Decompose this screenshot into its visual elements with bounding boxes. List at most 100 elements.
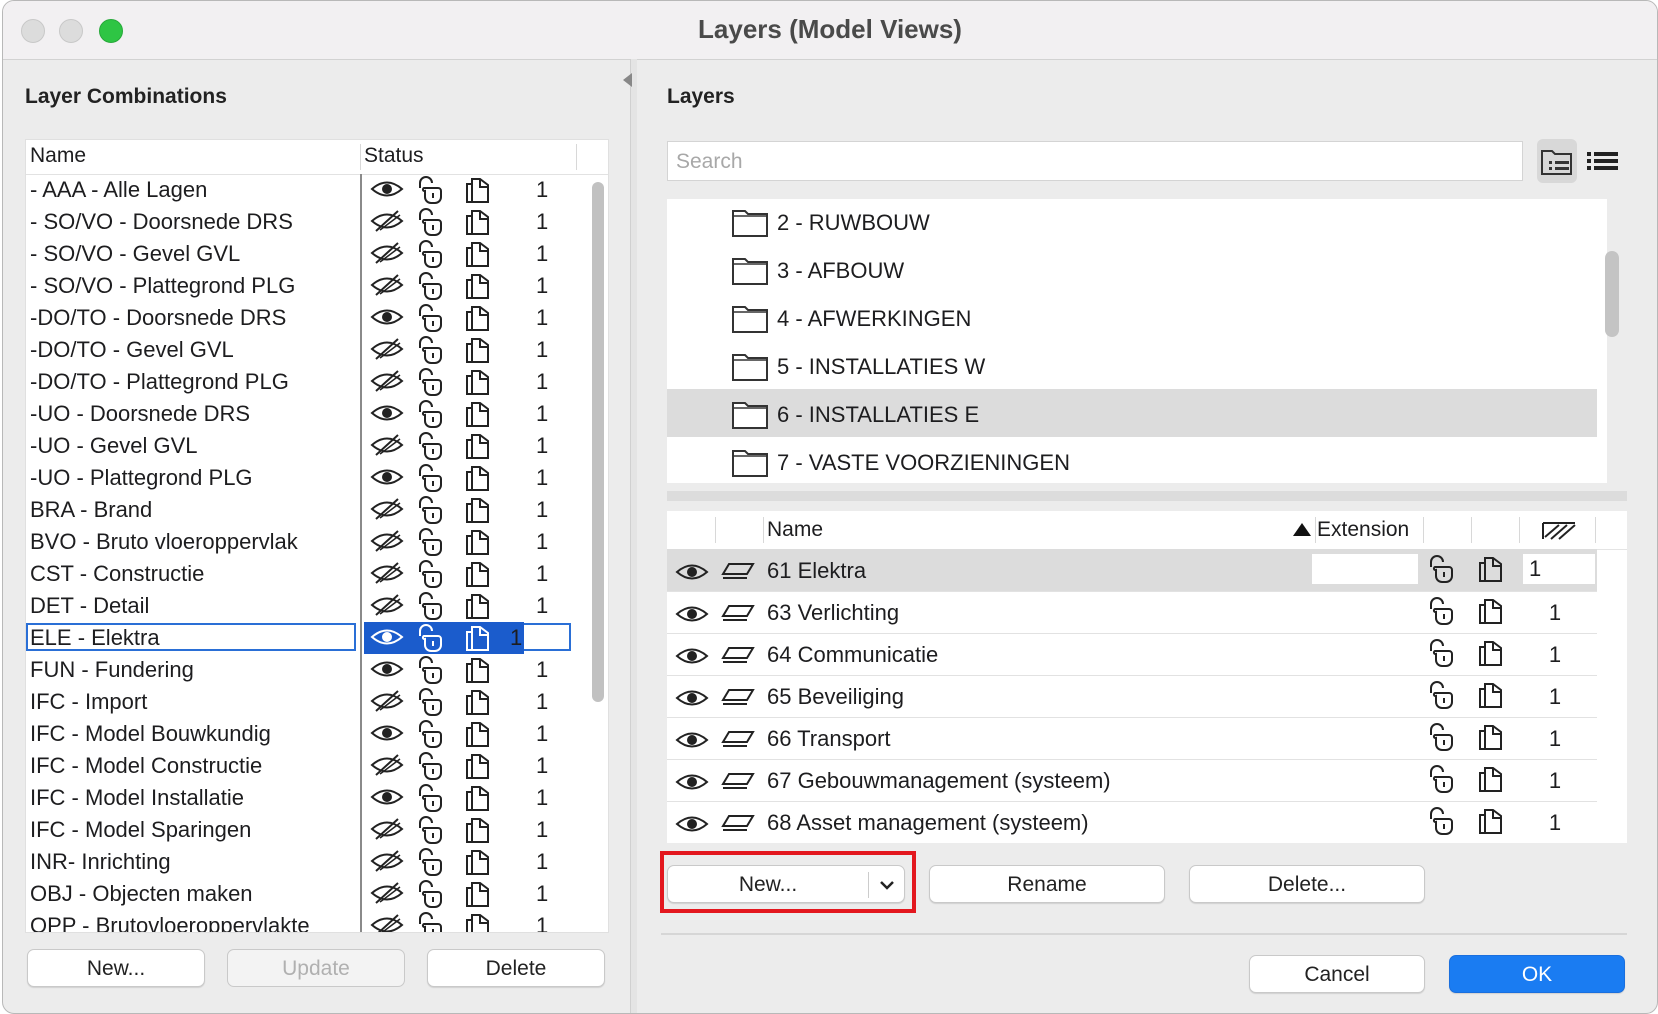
eye-icon[interactable]: [370, 304, 404, 330]
layer-combination-row[interactable]: BVO - Bruto vloeroppervlak 1: [26, 526, 586, 558]
layer-row[interactable]: 64 Communicatie 1: [667, 633, 1597, 676]
panel-divider[interactable]: [630, 59, 637, 1013]
pen-set-icon[interactable]: [464, 496, 494, 524]
layer-combination-row[interactable]: IFC - Model Constructie 1: [26, 750, 586, 782]
eye-icon[interactable]: [370, 656, 404, 682]
lock-icon[interactable]: [416, 720, 446, 748]
layer-row[interactable]: 65 Beveiliging 1: [667, 675, 1597, 718]
pen-set-icon[interactable]: [464, 336, 494, 364]
pen-set-icon[interactable]: [464, 304, 494, 332]
layer-combination-row[interactable]: CST - Constructie 1: [26, 558, 586, 590]
cancel-button[interactable]: Cancel: [1249, 955, 1425, 993]
layer-combination-row[interactable]: OBJ - Objecten maken 1: [26, 878, 586, 910]
pen-set-icon[interactable]: [464, 240, 494, 268]
lock-icon[interactable]: [416, 368, 446, 396]
pen-set-icon[interactable]: [464, 848, 494, 876]
ok-button[interactable]: OK: [1449, 955, 1625, 993]
eye-icon[interactable]: [370, 176, 404, 202]
lock-icon[interactable]: [416, 912, 446, 932]
lock-icon[interactable]: [1427, 723, 1457, 757]
pen-set-icon[interactable]: [464, 400, 494, 428]
lock-icon[interactable]: [416, 432, 446, 460]
layer-combination-row[interactable]: FUN - Fundering 1: [26, 654, 586, 686]
lock-icon[interactable]: [416, 528, 446, 556]
lock-icon[interactable]: [1427, 555, 1457, 589]
lock-icon[interactable]: [416, 400, 446, 428]
eye-icon[interactable]: [675, 601, 709, 633]
lock-icon[interactable]: [416, 752, 446, 780]
eye-hidden-icon[interactable]: [370, 240, 404, 266]
eye-icon[interactable]: [675, 559, 709, 591]
layer-combination-row[interactable]: -DO/TO - Plattegrond PLG 1: [26, 366, 586, 398]
eye-icon[interactable]: [675, 643, 709, 675]
pen-set-icon[interactable]: [464, 784, 494, 812]
layer-combination-row[interactable]: -DO/TO - Gevel GVL 1: [26, 334, 586, 366]
update-combination-button[interactable]: Update: [227, 949, 405, 987]
list-scrollbar[interactable]: [592, 182, 604, 702]
panel-splitter[interactable]: [667, 491, 1627, 501]
folder-item[interactable]: 7 - VASTE VOORZIENINGEN: [667, 437, 1597, 483]
pen-set-icon[interactable]: [464, 208, 494, 236]
pen-set-icon[interactable]: [464, 560, 494, 588]
lock-icon[interactable]: [416, 304, 446, 332]
lock-icon[interactable]: [416, 496, 446, 524]
rename-layer-button[interactable]: Rename: [929, 865, 1165, 903]
lock-icon[interactable]: [416, 592, 446, 620]
lock-icon[interactable]: [416, 880, 446, 908]
eye-hidden-icon[interactable]: [370, 208, 404, 234]
eye-icon[interactable]: [370, 624, 404, 650]
column-name[interactable]: Name: [767, 518, 823, 542]
search-input[interactable]: Search: [667, 141, 1523, 181]
pen-set-icon[interactable]: [1477, 807, 1507, 841]
eye-hidden-icon[interactable]: [370, 272, 404, 298]
delete-combination-button[interactable]: Delete: [427, 949, 605, 987]
lock-icon[interactable]: [416, 272, 446, 300]
eye-hidden-icon[interactable]: [370, 688, 404, 714]
folder-item[interactable]: 3 - AFBOUW: [667, 245, 1597, 293]
eye-icon[interactable]: [675, 769, 709, 801]
lock-icon[interactable]: [416, 688, 446, 716]
layer-combination-row[interactable]: IFC - Model Installatie 1: [26, 782, 586, 814]
eye-hidden-icon[interactable]: [370, 528, 404, 554]
layer-combination-row[interactable]: - SO/VO - Doorsnede DRS 1: [26, 206, 586, 238]
folder-item[interactable]: 2 - RUWBOUW: [667, 199, 1597, 245]
column-status[interactable]: Status: [364, 144, 424, 168]
pen-set-icon[interactable]: [1477, 597, 1507, 631]
layer-combination-row[interactable]: - SO/VO - Plattegrond PLG 1: [26, 270, 586, 302]
pen-set-icon[interactable]: [1477, 765, 1507, 799]
delete-layer-button[interactable]: Delete...: [1189, 865, 1425, 903]
pen-set-icon[interactable]: [464, 752, 494, 780]
pen-set-icon[interactable]: [1477, 723, 1507, 757]
pen-set-icon[interactable]: [464, 880, 494, 908]
pen-set-icon[interactable]: [464, 688, 494, 716]
pen-set-icon[interactable]: [464, 624, 494, 652]
eye-hidden-icon[interactable]: [370, 912, 404, 932]
layer-combination-row[interactable]: - AAA - Alle Lagen 1: [26, 174, 586, 206]
eye-hidden-icon[interactable]: [370, 848, 404, 874]
eye-hidden-icon[interactable]: [370, 880, 404, 906]
layer-combination-row[interactable]: OPP - Brutovloeroppervlakte 1: [26, 910, 586, 932]
new-combination-button[interactable]: New...: [27, 949, 205, 987]
layer-row[interactable]: 61 Elektra 1: [667, 549, 1597, 592]
list-view-button[interactable]: [1583, 139, 1623, 183]
layer-combination-row[interactable]: ELE - Elektra 1: [26, 622, 586, 654]
eye-icon[interactable]: [370, 784, 404, 810]
layer-combination-row[interactable]: -UO - Plattegrond PLG 1: [26, 462, 586, 494]
layer-combination-row[interactable]: - SO/VO - Gevel GVL 1: [26, 238, 586, 270]
lock-icon[interactable]: [416, 656, 446, 684]
column-extension[interactable]: Extension: [1317, 518, 1409, 542]
lock-icon[interactable]: [1427, 807, 1457, 841]
layer-row[interactable]: 66 Transport 1: [667, 717, 1597, 760]
layer-combination-row[interactable]: -UO - Gevel GVL 1: [26, 430, 586, 462]
lock-icon[interactable]: [416, 464, 446, 492]
folder-item[interactable]: 5 - INSTALLATIES W: [667, 341, 1597, 389]
layer-combination-row[interactable]: IFC - Model Bouwkundig 1: [26, 718, 586, 750]
lock-icon[interactable]: [416, 784, 446, 812]
layer-row[interactable]: 68 Asset management (systeem) 1: [667, 801, 1597, 843]
lock-icon[interactable]: [1427, 765, 1457, 799]
pen-set-icon[interactable]: [464, 272, 494, 300]
pen-set-icon[interactable]: [464, 912, 494, 932]
pen-set-icon[interactable]: [1477, 555, 1507, 589]
eye-hidden-icon[interactable]: [370, 496, 404, 522]
pen-set-icon[interactable]: [464, 592, 494, 620]
